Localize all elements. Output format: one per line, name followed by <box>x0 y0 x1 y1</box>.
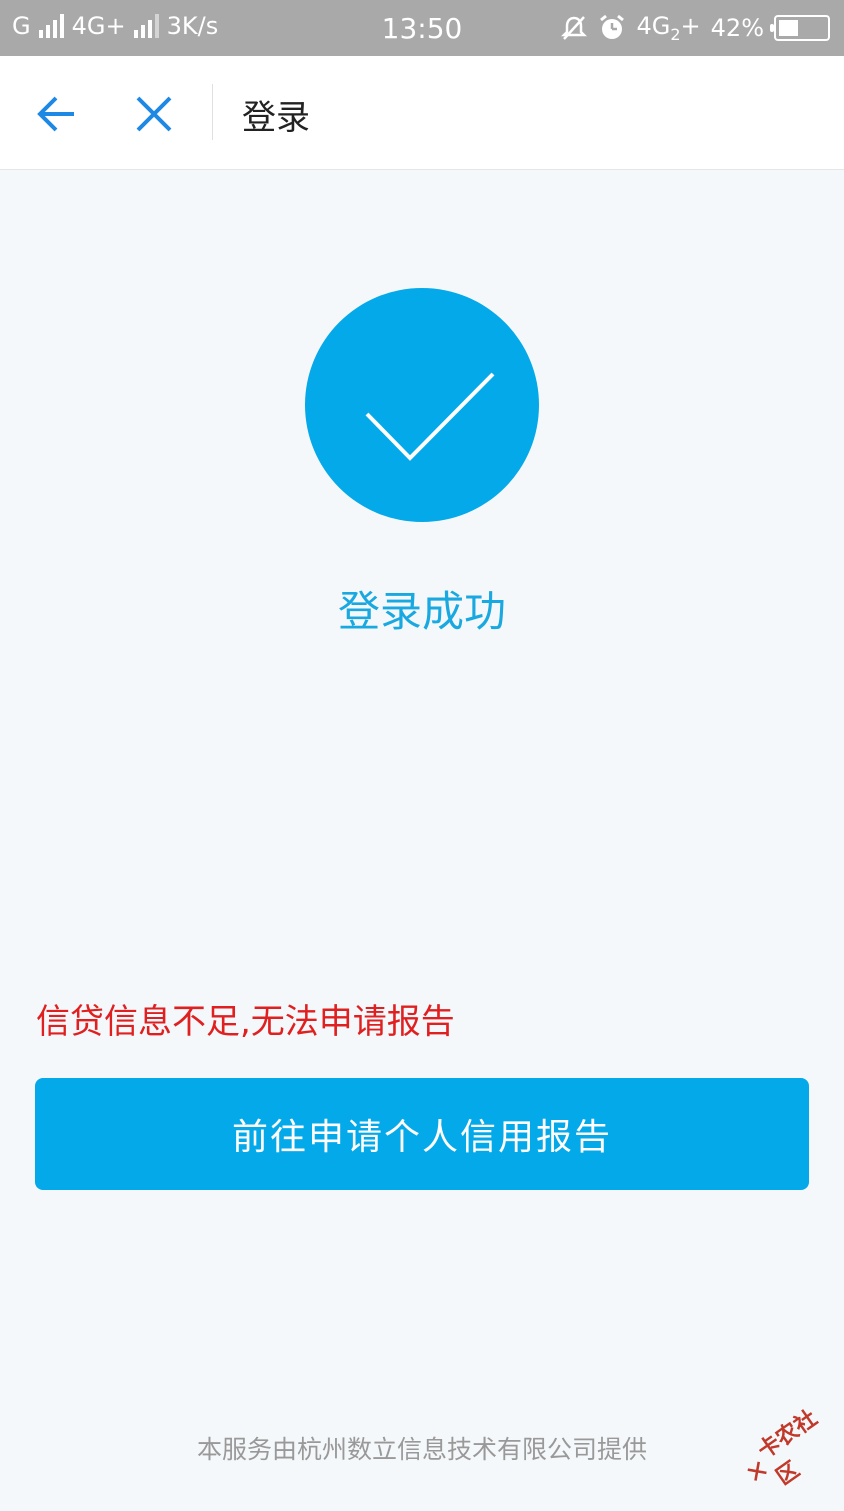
close-button[interactable] <box>132 92 176 136</box>
battery-percent: 42% <box>710 13 764 42</box>
status-bar: G 4G+ 3K/s 13:50 4G2+ 42% <box>0 0 844 56</box>
mute-bell-icon <box>561 16 588 40</box>
battery-icon <box>770 14 830 41</box>
apply-credit-report-button[interactable]: 前往申请个人信用报告 <box>35 1078 809 1190</box>
close-icon <box>136 96 172 132</box>
provider-footer: 本服务由杭州数立信息技术有限公司提供 <box>196 1435 647 1464</box>
nav-bar: 登录 <box>0 56 844 170</box>
watermark-logo: ✕ 卡农社区 <box>726 1389 844 1511</box>
success-message: 登录成功 <box>337 587 506 636</box>
warning-message: 信贷信息不足,无法申请报告 <box>36 1002 455 1042</box>
arrow-left-icon <box>37 96 74 132</box>
alarm-clock-icon <box>600 14 625 39</box>
success-badge <box>305 288 539 522</box>
nav-divider <box>212 84 213 140</box>
back-button[interactable] <box>34 92 78 136</box>
checkmark-icon <box>365 372 495 461</box>
status-right: 4G2+ 42% <box>560 12 830 44</box>
page-title: 登录 <box>242 98 310 138</box>
network-type-2: 4G2+ <box>636 12 701 44</box>
